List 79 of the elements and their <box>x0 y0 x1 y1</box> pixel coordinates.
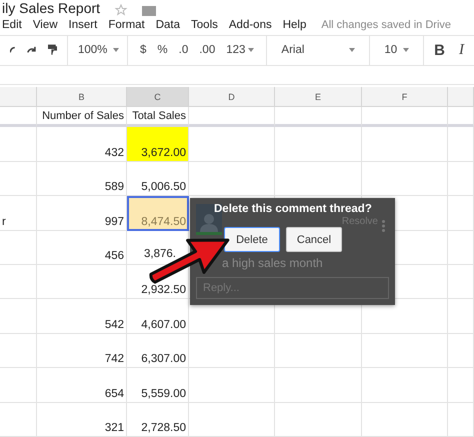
menu-item[interactable]: Insert <box>68 19 98 32</box>
star-icon[interactable] <box>114 4 128 16</box>
currency-button[interactable]: $ <box>140 44 146 56</box>
table-cell: 654 <box>37 368 127 403</box>
table-cell <box>448 162 474 196</box>
table-cell <box>0 162 37 196</box>
table-cell: 6,307.00 <box>127 334 189 368</box>
cancel-button[interactable]: Cancel <box>286 227 342 252</box>
dialog-prompt: Delete this comment thread? <box>214 203 372 215</box>
table-cell: 997 <box>37 196 127 231</box>
table-cell <box>0 368 37 403</box>
table-cell <box>448 402 474 437</box>
caret-icon <box>403 48 410 52</box>
column-header[interactable]: B <box>37 87 127 108</box>
column-header[interactable]: F <box>362 87 448 108</box>
table-cell <box>0 265 37 300</box>
table-cell: 542 <box>37 299 127 334</box>
table-cell <box>0 107 37 128</box>
menu-item[interactable]: Tools <box>191 19 218 32</box>
menu-item[interactable]: View <box>32 19 58 32</box>
table-cell <box>448 230 474 266</box>
bold-button[interactable]: B <box>434 42 445 59</box>
table-cell: Total Sales <box>127 107 189 128</box>
table-cell <box>448 127 474 162</box>
redo-icon[interactable] <box>26 45 36 56</box>
number-format-button[interactable]: 123 <box>226 44 254 56</box>
table-cell <box>448 196 474 231</box>
column-header[interactable]: E <box>275 87 362 108</box>
table-cell <box>448 299 474 334</box>
table-cell: 2,728.50 <box>127 402 189 437</box>
table-cell: Number of Sales <box>37 107 127 128</box>
caret-icon <box>248 48 254 52</box>
menu-item[interactable]: Format <box>108 19 145 32</box>
undo-icon[interactable] <box>10 45 15 56</box>
comment-text: a high sales month <box>221 256 324 270</box>
menu-item[interactable]: Add-ons <box>228 19 272 32</box>
more-options-icon[interactable] <box>382 220 385 232</box>
font-size-dropdown[interactable]: 10 <box>384 44 410 56</box>
table-cell <box>0 230 37 266</box>
menu-item[interactable]: Help <box>282 19 306 32</box>
increase-decimal-button[interactable]: .00 <box>199 44 216 56</box>
table-cell: 3,876. <box>127 230 189 266</box>
decrease-decimal-button[interactable]: .0 <box>178 44 188 56</box>
table-cell: 321 <box>37 402 127 437</box>
table-cell: 589 <box>37 162 127 196</box>
menu-item[interactable]: Data <box>156 19 180 32</box>
table-cell <box>448 265 474 300</box>
column-header[interactable]: C <box>127 87 189 108</box>
table-cell: 4,607.00 <box>127 299 189 334</box>
font-dropdown[interactable]: Arial <box>281 44 356 56</box>
table-cell <box>448 107 474 128</box>
caret-icon <box>113 48 120 52</box>
table-cell <box>448 368 474 403</box>
document-title[interactable]: ily Sales Report <box>2 0 100 16</box>
table-cell: 432 <box>37 127 127 162</box>
menu-item[interactable]: Edit <box>2 19 22 32</box>
table-cell: 456 <box>37 230 127 266</box>
italic-button[interactable]: I <box>459 42 464 59</box>
table-cell: 742 <box>37 334 127 368</box>
column-header[interactable]: D <box>189 87 275 108</box>
column-header[interactable] <box>448 87 474 108</box>
save-status: All changes saved in Drive <box>321 19 452 32</box>
column-header[interactable] <box>0 87 37 108</box>
table-cell <box>0 402 37 437</box>
table-cell: 5,006.50 <box>127 162 189 196</box>
table-cell <box>0 334 37 368</box>
zoom-dropdown[interactable]: 100% <box>78 44 120 56</box>
folder-icon[interactable] <box>142 6 156 16</box>
paint-format-icon[interactable] <box>48 44 57 56</box>
table-cell: r <box>0 196 37 231</box>
table-cell <box>448 334 474 368</box>
percent-button[interactable]: % <box>157 44 168 56</box>
table-cell <box>0 127 37 162</box>
table-cell <box>0 299 37 334</box>
delete-button[interactable]: Delete <box>224 227 280 252</box>
caret-icon <box>349 48 356 52</box>
table-cell: 8,474.50 <box>127 196 189 231</box>
table-cell: 5,559.00 <box>127 368 189 403</box>
table-cell: 3,672.00 <box>127 127 189 162</box>
